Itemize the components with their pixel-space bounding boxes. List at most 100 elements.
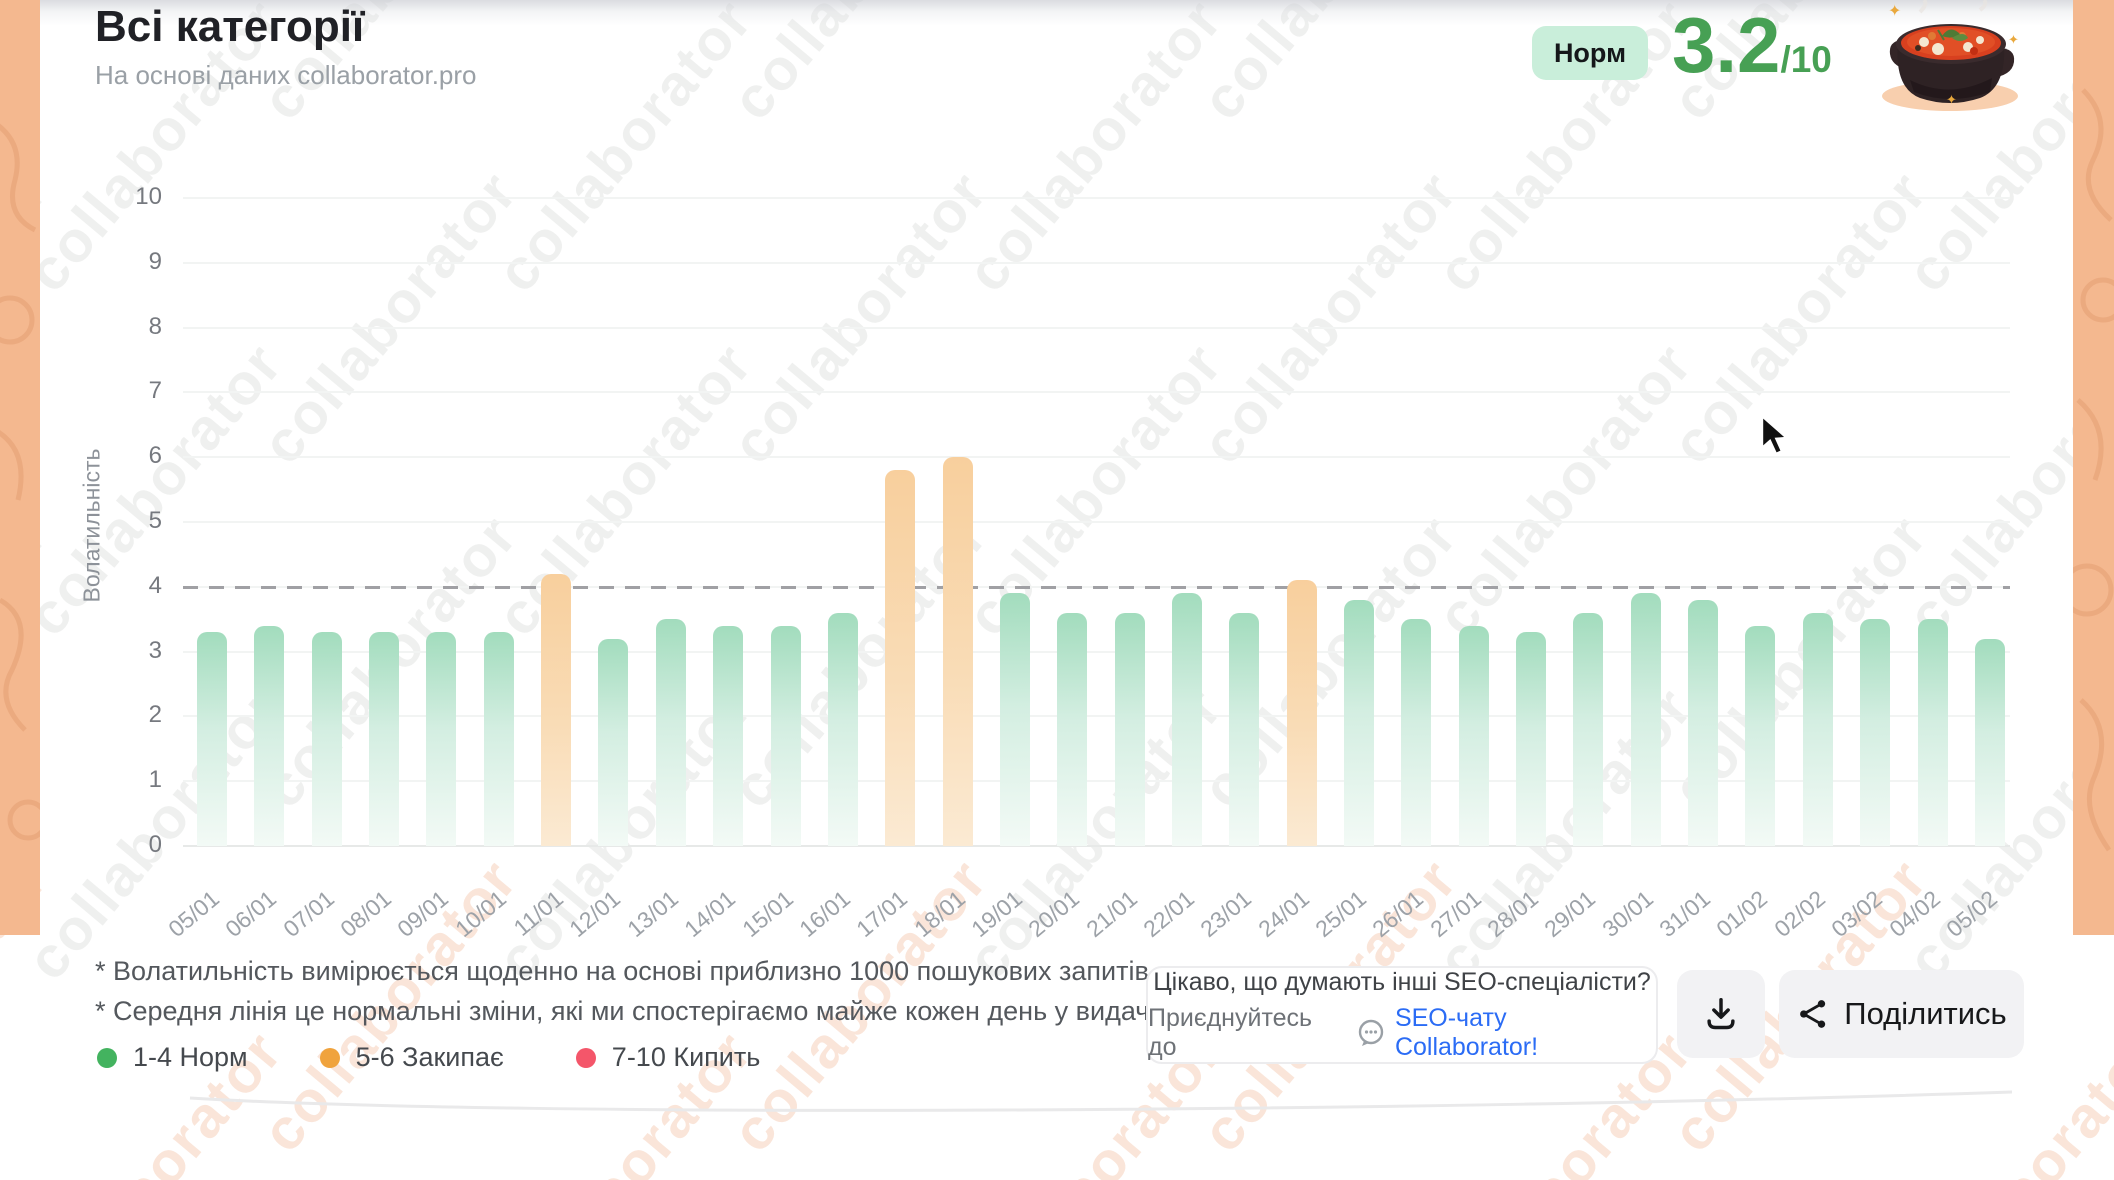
y-axis-tick-1: 1 [102,766,162,794]
watermark-text: collaborator [1658,158,1940,476]
footnote-1: * Волатильність вимірюється щоденно на о… [95,956,1156,987]
gridline-9 [183,262,2010,264]
y-axis-tick-10: 10 [102,183,162,211]
svg-text:✦: ✦ [1888,3,1901,20]
chart-bar-31/01[interactable] [1688,600,1718,846]
legend-label-1: 5-6 Закипає [356,1042,504,1073]
gridline-5 [183,521,2010,523]
svg-text:✦: ✦ [1946,92,1957,107]
chart-bar-30/01[interactable] [1631,593,1661,846]
chart-bar-08/01[interactable] [369,632,399,846]
chart-bar-02/02[interactable] [1803,613,1833,846]
chart-bar-14/01[interactable] [713,626,743,846]
chart-bar-05/02[interactable] [1975,639,2005,846]
chart-bar-18/01[interactable] [943,457,973,846]
chart-bar-04/02[interactable] [1918,619,1948,846]
chart-bar-24/01[interactable] [1287,580,1317,846]
gridline-8 [183,327,2010,329]
chart-bar-13/01[interactable] [656,619,686,846]
download-button[interactable] [1677,970,1765,1058]
legend-item-0: 1-4 Норм [97,1042,248,1073]
share-nodes-icon [1796,997,1830,1031]
y-axis-tick-7: 7 [102,377,162,405]
chart-bar-11/01[interactable] [541,574,571,846]
footnote-2: * Середня лінія це нормальні зміни, які … [95,996,1155,1027]
cta-join-prefix: Приєднуйтесь до [1148,1004,1347,1062]
y-axis-tick-6: 6 [102,442,162,470]
download-icon [1702,995,1740,1033]
left-decor-band [0,0,40,935]
chart-bar-09/01[interactable] [426,632,456,846]
y-axis-tick-4: 4 [102,572,162,600]
chart-bar-16/01[interactable] [828,613,858,846]
y-axis-tick-9: 9 [102,248,162,276]
share-button-label: Поділитись [1844,996,2006,1032]
watermark-text: collaborator [248,158,530,476]
seo-chat-cta: Цікаво, що думають інші SEO-спеціалісти?… [1146,966,1658,1064]
legend-dot-0 [97,1048,117,1068]
chart-bar-17/01[interactable] [885,470,915,846]
watermark-text: collaborator [718,158,1000,476]
y-axis-tick-0: 0 [102,831,162,859]
chart-bar-22/01[interactable] [1172,593,1202,846]
threshold-line [183,586,2010,589]
y-axis-tick-5: 5 [102,507,162,535]
chart-bar-15/01[interactable] [771,626,801,846]
y-axis-title: Волатильність [79,416,106,636]
page-subtitle: На основі даних collaborator.pro [95,60,477,91]
cta-question: Цікаво, що думають інші SEO-спеціалісти? [1153,968,1651,997]
chart-bar-10/01[interactable] [484,632,514,846]
chart-bar-19/01[interactable] [1000,593,1030,846]
legend-item-2: 7-10 Кипить [576,1042,761,1073]
y-axis-tick-8: 8 [102,313,162,341]
chat-bubble-icon [1356,1018,1386,1048]
gridline-0 [183,845,2010,847]
chart-bar-23/01[interactable] [1229,613,1259,846]
seo-chat-link[interactable]: SEO-чату Collaborator! [1395,1004,1656,1062]
gridline-3 [183,651,2010,653]
chart-bar-05/01[interactable] [197,632,227,846]
watermark-text: collaborator [483,0,765,305]
chart-bar-20/01[interactable] [1057,613,1087,846]
gridline-6 [183,456,2010,458]
gridline-10 [183,197,2010,199]
borscht-pot-icon: ✦ ✦ ✦ [1880,0,2030,117]
volatility-widget: collaboratorcollaboratorcollaboratorcoll… [0,0,2114,1180]
score: 3.2 /10 [1672,6,1832,84]
score-max: /10 [1780,41,1831,78]
chart-bar-03/02[interactable] [1860,619,1890,846]
chart-bar-27/01[interactable] [1459,626,1489,846]
doodle-pattern-right [2073,0,2114,935]
chart-bar-06/01[interactable] [254,626,284,846]
chart-bar-26/01[interactable] [1401,619,1431,846]
cta-join-line: Приєднуйтесь до SEO-чату Collaborator! [1148,1004,1656,1062]
chart-bar-29/01[interactable] [1573,613,1603,846]
score-value: 3.2 [1672,6,1780,84]
chart-bar-01/02[interactable] [1745,626,1775,846]
mouse-cursor [1758,414,1798,458]
watermark-text: collaborator [1188,158,1470,476]
footer-divider [0,1082,2114,1126]
doodle-pattern-left [0,0,40,935]
svg-text:✦: ✦ [2008,32,2019,47]
right-decor-band [2073,0,2114,935]
y-axis-tick-3: 3 [102,637,162,665]
chart-bar-07/01[interactable] [312,632,342,846]
gridline-2 [183,715,2010,717]
share-button[interactable]: Поділитись [1779,970,2024,1058]
legend-label-0: 1-4 Норм [133,1042,248,1073]
legend-item-1: 5-6 Закипає [320,1042,504,1073]
chart-bar-28/01[interactable] [1516,632,1546,846]
watermark-text: collaborator [1423,330,1705,648]
watermark-text: collaborator [483,330,765,648]
legend-dot-1 [320,1048,340,1068]
legend-dot-2 [576,1048,596,1068]
chart-bar-25/01[interactable] [1344,600,1374,846]
status-badge: Норм [1532,26,1648,80]
page-title: Всі категорії [95,2,364,52]
y-axis-tick-2: 2 [102,701,162,729]
chart-bar-12/01[interactable] [598,639,628,846]
gridline-7 [183,391,2010,393]
watermark-text: collaborator [953,0,1235,305]
chart-bar-21/01[interactable] [1115,613,1145,846]
